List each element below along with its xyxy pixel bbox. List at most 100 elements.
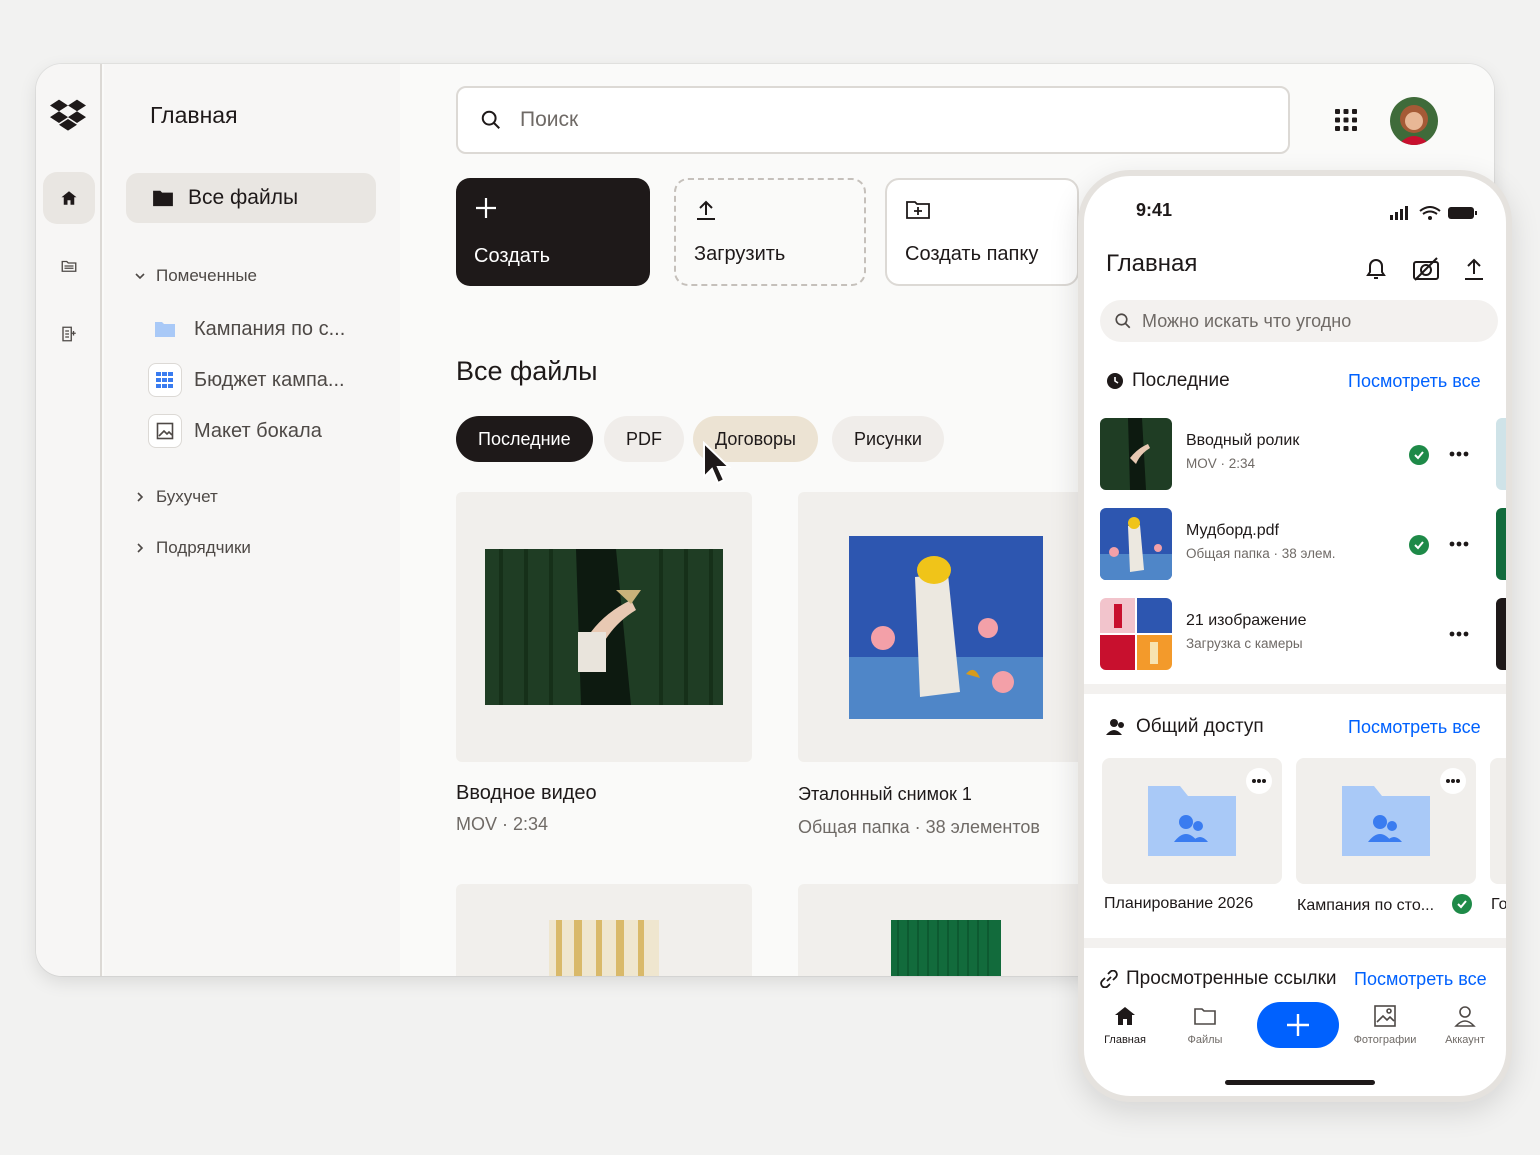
- search-input[interactable]: [520, 108, 1220, 132]
- page-title: Все файлы: [456, 356, 598, 386]
- home-icon: [1115, 1007, 1135, 1025]
- video-thumbnail: [1100, 418, 1172, 490]
- sidebar-item-label: Макет бокала: [194, 419, 322, 442]
- shared-section-header: Общий доступ: [1106, 716, 1264, 738]
- nav-label: Главная: [1104, 1034, 1146, 1046]
- photos-icon: [1374, 1005, 1396, 1027]
- create-label: Создать: [474, 245, 551, 267]
- shared-folder-icon: [1148, 786, 1236, 856]
- more-options-icon[interactable]: [1440, 768, 1466, 794]
- list-item-title: 21 изображение: [1186, 612, 1307, 629]
- file-card[interactable]: [456, 884, 752, 976]
- list-item-title: Вводный ролик: [1186, 432, 1300, 449]
- filter-chip-pdf[interactable]: PDF: [604, 416, 684, 462]
- links-see-all-link[interactable]: Посмотреть все: [1354, 969, 1487, 990]
- nav-files[interactable]: Файлы: [1170, 1004, 1240, 1046]
- nav-label: Аккаунт: [1445, 1034, 1485, 1046]
- sidebar-section-accounting[interactable]: Бухучет: [134, 487, 218, 507]
- search-icon: [481, 110, 500, 129]
- file-card-intro-video[interactable]: [456, 492, 752, 762]
- avatar[interactable]: [1390, 97, 1438, 145]
- plus-icon: [1287, 1014, 1309, 1036]
- rail-activity-button[interactable]: [43, 308, 95, 360]
- image-thumbnail: [891, 920, 1001, 976]
- spreadsheet-icon: [148, 363, 182, 397]
- upload-icon: [697, 200, 715, 220]
- sidebar-item-mockup[interactable]: Макет бокала: [148, 414, 322, 448]
- folder-icon: [61, 260, 77, 272]
- shared-see-all-link[interactable]: Посмотреть все: [1348, 717, 1481, 738]
- sidebar-section-label: Бухучет: [156, 487, 218, 506]
- search-bar[interactable]: [456, 86, 1290, 154]
- recent-see-all-link[interactable]: Посмотреть все: [1348, 371, 1481, 392]
- upload-button[interactable]: Загрузить: [674, 178, 866, 286]
- more-options-icon[interactable]: [1448, 444, 1470, 464]
- status-time: 9:41: [1136, 200, 1173, 220]
- image-collage-thumbnail: [1100, 598, 1172, 670]
- shared-folder-card[interactable]: [1490, 758, 1506, 884]
- mouse-cursor-icon: [703, 441, 732, 485]
- link-icon: [1100, 970, 1118, 988]
- file-card-subtitle: Общая папка · 38 элементов: [798, 817, 1040, 837]
- file-card-reference-photo[interactable]: [798, 492, 1094, 762]
- synced-check-icon: [1409, 535, 1429, 555]
- more-options-icon[interactable]: [1246, 768, 1272, 794]
- apps-grid-icon[interactable]: [1334, 108, 1358, 132]
- nav-label: Файлы: [1187, 1034, 1223, 1046]
- icon-rail: [36, 64, 102, 976]
- chevron-right-icon: [137, 492, 144, 502]
- carousel-peek: [1496, 508, 1506, 580]
- recent-section-header: Последние: [1106, 370, 1230, 392]
- filter-chip-recent[interactable]: Последние: [456, 416, 593, 462]
- create-button[interactable]: Создать: [456, 178, 650, 286]
- new-folder-button[interactable]: Создать папку: [885, 178, 1079, 286]
- list-item-subtitle: Общая папка · 38 элем.: [1186, 546, 1336, 561]
- nav-home[interactable]: Главная: [1090, 1004, 1160, 1046]
- file-card-title: Вводное видео: [456, 782, 597, 804]
- more-options-icon[interactable]: [1448, 534, 1470, 554]
- phone-title: Главная: [1106, 250, 1198, 277]
- sidebar-section-contractors[interactable]: Подрядчики: [134, 538, 251, 558]
- carousel-peek: [1496, 598, 1506, 670]
- synced-check-icon: [1409, 445, 1429, 465]
- account-icon: [1454, 1006, 1476, 1027]
- sidebar-item-all-files[interactable]: Все файлы: [126, 173, 376, 223]
- sidebar-item-campaign[interactable]: Кампания по с...: [148, 312, 345, 346]
- file-card[interactable]: [798, 884, 1094, 976]
- list-item-title: Мудборд.pdf: [1186, 522, 1279, 539]
- folder-plus-icon: [906, 201, 930, 219]
- phone-search-bar[interactable]: Можно искать что угодно: [1100, 300, 1498, 342]
- chevron-down-icon: [135, 273, 145, 280]
- links-title: Просмотренные ссылки: [1126, 968, 1337, 989]
- list-item[interactable]: 21 изображение Загрузка с камеры: [1100, 598, 1500, 674]
- upload-icon[interactable]: [1462, 256, 1486, 282]
- recent-title: Последние: [1132, 370, 1230, 391]
- nav-label: Фотографии: [1353, 1034, 1417, 1046]
- camera-off-icon[interactable]: [1412, 256, 1440, 282]
- nav-photos[interactable]: Фотографии: [1350, 1004, 1420, 1046]
- shared-folder-card[interactable]: [1296, 758, 1476, 884]
- shared-folder-title: Кампания по сто...: [1297, 897, 1435, 914]
- list-item[interactable]: Вводный ролик MOV · 2:34: [1100, 418, 1500, 494]
- status-icons: [1390, 206, 1477, 220]
- rail-home-button[interactable]: [43, 172, 95, 224]
- list-item[interactable]: Мудборд.pdf Общая папка · 38 элем.: [1100, 508, 1500, 584]
- nav-account[interactable]: Аккаунт: [1430, 1004, 1500, 1046]
- shared-folder-card[interactable]: [1102, 758, 1282, 884]
- filter-chip-drawings[interactable]: Рисунки: [832, 416, 944, 462]
- sidebar-section-label: Помеченные: [156, 266, 258, 285]
- sidebar-item-budget[interactable]: Бюджет кампа...: [148, 363, 345, 397]
- sidebar-section-starred[interactable]: Помеченные: [134, 266, 257, 286]
- add-button[interactable]: [1257, 1002, 1339, 1048]
- dropbox-logo-icon[interactable]: [50, 96, 86, 132]
- home-icon: [61, 191, 77, 205]
- image-icon: [148, 414, 182, 448]
- file-card-subtitle: MOV · 2:34: [456, 814, 549, 834]
- rail-files-button[interactable]: [43, 240, 95, 292]
- more-options-icon[interactable]: [1448, 624, 1470, 644]
- file-card-title: Эталонный снимок 1: [798, 784, 972, 804]
- sidebar-item-label: Все файлы: [188, 186, 299, 209]
- folder-icon: [1194, 1008, 1216, 1025]
- list-item-subtitle: Загрузка с камеры: [1186, 636, 1303, 651]
- bell-icon[interactable]: [1364, 256, 1388, 282]
